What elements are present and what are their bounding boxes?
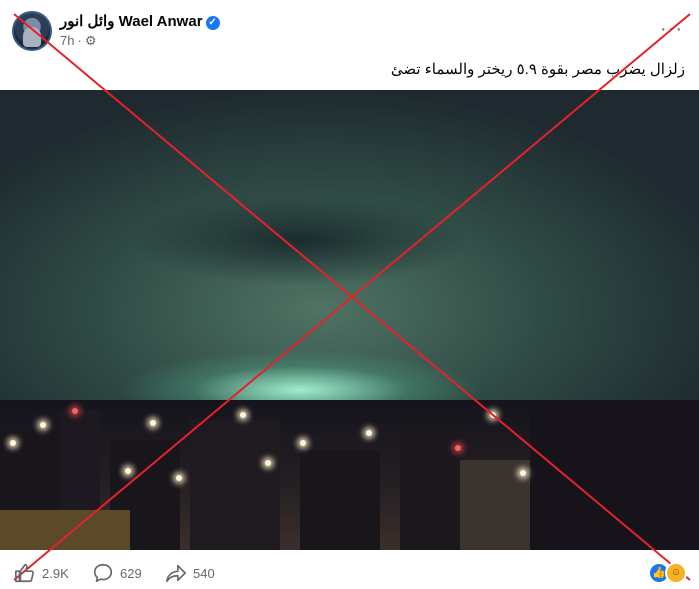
author-avatar[interactable]: [12, 11, 52, 51]
shares-count: 540: [193, 565, 215, 581]
verified-badge-icon: ✓: [205, 16, 220, 30]
thumbs-up-icon: [15, 563, 34, 583]
post-time[interactable]: 7h: [60, 33, 74, 48]
likes-count: 2.9K: [42, 565, 69, 581]
more-options-icon[interactable]: ···: [660, 18, 683, 41]
like-action[interactable]: 2.9K: [14, 562, 69, 584]
post-meta: 7h · ⚙: [60, 33, 96, 49]
author-name-line[interactable]: وائل انور Wael Anwar ✓: [60, 12, 220, 30]
share-action[interactable]: 540: [165, 562, 215, 584]
comment-bubble-icon: [93, 563, 113, 583]
haha-reaction-icon: ☺: [665, 562, 687, 584]
author-name[interactable]: وائل انور Wael Anwar: [60, 13, 203, 30]
share-arrow-icon: [166, 564, 186, 583]
reaction-icons[interactable]: 👍 ☺: [648, 562, 687, 584]
meta-separator: ·: [77, 33, 82, 48]
post-footer: 2.9K 629 540 👍 ☺: [0, 556, 699, 589]
comment-action[interactable]: 629: [92, 562, 142, 584]
post-photo[interactable]: [0, 90, 699, 550]
post-caption: زلزال يضرب مصر بقوة ٥.٩ ريختر والسماء تض…: [390, 61, 685, 78]
post-header: وائل انور Wael Anwar ✓ 7h · ⚙ ··· زلزال يضر…: [0, 0, 699, 90]
comments-count: 629: [120, 565, 142, 581]
city-skyline: [0, 400, 699, 550]
gear-icon[interactable]: ⚙: [85, 33, 97, 48]
